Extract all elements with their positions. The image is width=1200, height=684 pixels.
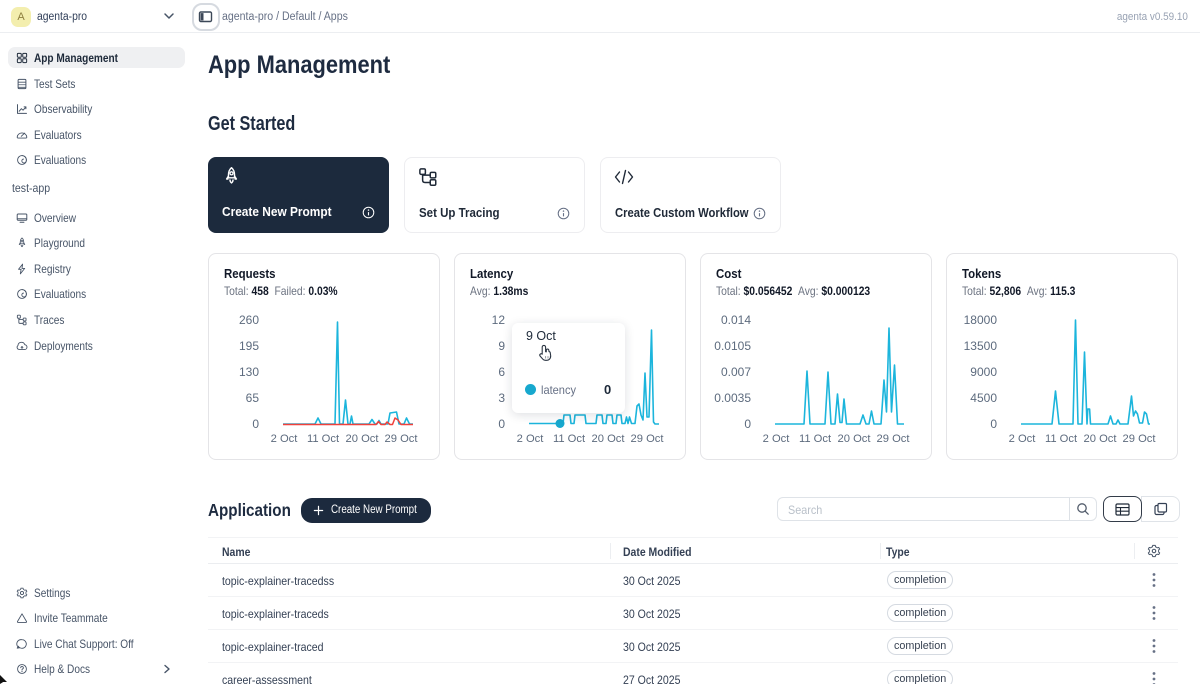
svg-text:29 Oct: 29 Oct	[877, 433, 911, 445]
svg-text:6: 6	[498, 365, 505, 379]
svg-text:11 Oct: 11 Oct	[799, 433, 832, 445]
svg-text:20 Oct: 20 Oct	[346, 433, 380, 445]
svg-text:20 Oct: 20 Oct	[838, 433, 872, 445]
svg-text:260: 260	[239, 313, 259, 327]
svg-text:29 Oct: 29 Oct	[631, 433, 665, 445]
svg-text:0.007: 0.007	[721, 365, 751, 379]
svg-text:9: 9	[498, 339, 505, 353]
svg-text:0.0105: 0.0105	[714, 339, 751, 353]
svg-text:4500: 4500	[970, 391, 997, 405]
svg-text:20 Oct: 20 Oct	[592, 433, 626, 445]
svg-text:0: 0	[744, 417, 751, 431]
svg-text:0: 0	[252, 417, 259, 431]
svg-text:130: 130	[239, 365, 259, 379]
svg-text:11 Oct: 11 Oct	[553, 433, 586, 445]
svg-text:2 Oct: 2 Oct	[1009, 433, 1037, 445]
svg-text:2 Oct: 2 Oct	[271, 433, 299, 445]
svg-text:18000: 18000	[964, 313, 998, 327]
svg-text:195: 195	[239, 339, 259, 353]
svg-text:0.014: 0.014	[721, 313, 751, 327]
svg-text:0: 0	[990, 417, 997, 431]
svg-text:65: 65	[246, 391, 260, 405]
svg-text:20 Oct: 20 Oct	[1084, 433, 1118, 445]
svg-text:2 Oct: 2 Oct	[763, 433, 791, 445]
svg-text:2 Oct: 2 Oct	[517, 433, 545, 445]
svg-text:11 Oct: 11 Oct	[307, 433, 340, 445]
svg-text:12: 12	[492, 313, 506, 327]
svg-text:13500: 13500	[964, 339, 998, 353]
svg-text:29 Oct: 29 Oct	[1123, 433, 1157, 445]
svg-text:0: 0	[498, 417, 505, 431]
svg-text:11 Oct: 11 Oct	[1045, 433, 1078, 445]
svg-text:29 Oct: 29 Oct	[385, 433, 419, 445]
svg-text:9000: 9000	[970, 365, 997, 379]
svg-text:0.0035: 0.0035	[714, 391, 751, 405]
svg-text:3: 3	[498, 391, 505, 405]
